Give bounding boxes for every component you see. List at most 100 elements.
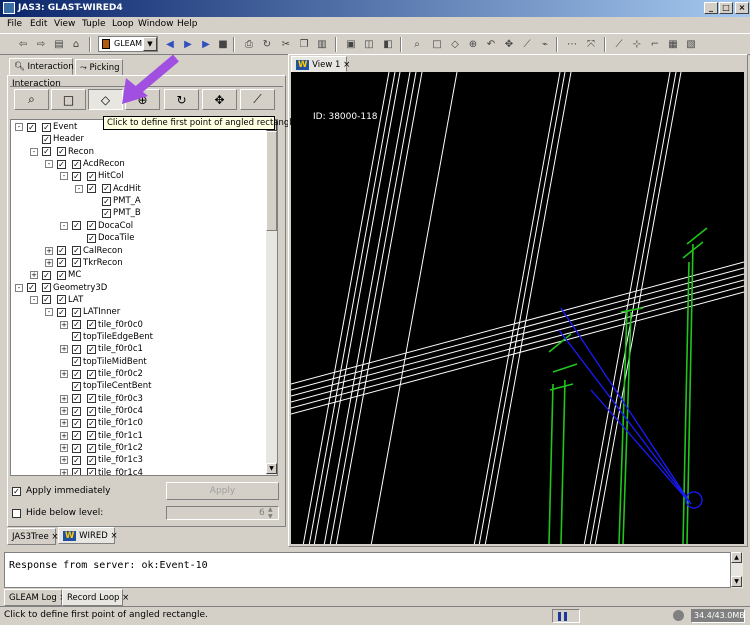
layers-icon[interactable]: ◫ [362,37,376,51]
collapse-icon[interactable]: - [30,147,38,156]
tree-checkbox[interactable]: ✓ [72,332,81,342]
tree-checkbox[interactable]: ✓ [42,134,51,144]
tree-checkbox[interactable]: ✓ [72,320,81,330]
rotate-globe-icon[interactable]: ⊕ [466,37,480,51]
tree-checkbox[interactable]: ✓ [72,307,81,317]
undo-icon[interactable]: ↶ [484,37,498,51]
tree-node[interactable]: - ✓ ✓ Recon [30,146,94,158]
step-icon[interactable]: ▶ [199,37,213,51]
box-tool-icon[interactable]: ▧ [684,37,698,51]
memory-indicator[interactable]: 34.4/43.0MB [691,609,745,623]
tree-checkbox[interactable]: ✓ [27,283,36,293]
pause-indicator[interactable] [552,609,580,623]
tab-gleam-log[interactable]: GLEAM Log × [4,589,67,606]
apply-immediately-checkbox[interactable]: ✓ [12,486,21,496]
collapse-icon[interactable]: - [60,172,68,181]
tree-node[interactable]: ✓ PMT_B [90,207,141,219]
log-scrollbar[interactable]: ▲ ▼ [731,552,743,588]
tree-checkbox[interactable]: ✓ [72,431,81,441]
tree-checkbox[interactable]: ✓ [72,171,81,181]
tree-checkbox[interactable]: ✓ [102,196,111,206]
tree-node[interactable]: + ✓ ✓ tile_f0r0c1 [60,343,143,355]
tree-checkbox[interactable]: ✓ [57,307,66,317]
collapse-icon[interactable]: - [45,308,53,317]
tree-checkbox[interactable]: ✓ [87,431,96,441]
menu-loop[interactable]: Loop [112,19,134,29]
play-icon[interactable]: ▶ [181,37,195,51]
tree-checkbox[interactable]: ✓ [72,221,81,231]
tree-checkbox[interactable]: ✓ [87,184,96,194]
expand-icon[interactable]: + [60,320,68,329]
collapse-icon[interactable]: - [30,295,38,304]
tree-checkbox[interactable]: ✓ [72,246,81,255]
tree-node[interactable]: - ✓ ✓ Geometry3D [15,282,107,294]
menu-help[interactable]: Help [177,19,198,29]
dots-icon[interactable]: ⋯ [565,37,579,51]
fit-icon[interactable]: ⤧ [584,37,598,51]
menu-file[interactable]: File [7,19,22,29]
menu-edit[interactable]: Edit [30,19,47,29]
rewind-icon[interactable]: ◀ [163,37,177,51]
tree-checkbox[interactable]: ✓ [57,295,66,305]
chevron-down-icon[interactable]: ▼ [143,37,157,51]
stop-icon[interactable]: ■ [216,37,230,51]
tree-checkbox[interactable]: ✓ [57,159,66,169]
tree-checkbox[interactable]: ✓ [87,233,96,243]
copy-icon[interactable]: ❐ [297,37,311,51]
tree-checkbox[interactable]: ✓ [87,369,96,379]
forward-arrow-icon[interactable]: ⇨ [34,37,48,51]
print-icon[interactable]: ⎙ [242,37,256,51]
expand-icon[interactable]: + [60,370,68,378]
save-icon[interactable]: ▣ [344,37,358,51]
back-arrow-icon[interactable]: ⇦ [16,37,30,51]
tree-node[interactable]: + ✓ ✓ tile_f0r0c2 [60,368,143,380]
tree-checkbox[interactable]: ✓ [27,122,36,132]
tree-node[interactable]: ✓ topTileEdgeBent [60,331,153,343]
tree-checkbox[interactable]: ✓ [72,443,81,453]
paste-icon[interactable]: ▥ [315,37,329,51]
tree-node[interactable]: + ✓ ✓ tile_f0r1c1 [60,430,143,442]
tree-node[interactable]: + ✓ ✓ tile_f0r1c0 [60,417,143,429]
tree-checkbox[interactable]: ✓ [72,258,81,268]
expand-icon[interactable]: + [30,271,38,280]
tree-checkbox[interactable]: ✓ [57,246,66,255]
hide-below-spinner[interactable]: 6 ▲ ▼ [166,506,279,520]
tree-checkbox[interactable]: ✓ [102,184,111,194]
tree-node[interactable]: + ✓ ✓ tile_f0r0c4 [60,405,143,417]
corner-tool-icon[interactable]: ⌐ [648,37,662,51]
zoom-icon[interactable]: ⌕ [410,37,424,51]
tree-node[interactable]: + ✓ ✓ MC [30,269,81,281]
expand-icon[interactable]: + [45,258,53,267]
scroll-down-icon[interactable]: ▼ [266,463,277,474]
tree-node[interactable]: + ✓ ✓ TkrRecon [45,257,123,269]
tab-wired[interactable]: W WIRED × [58,527,118,544]
menu-view[interactable]: View [54,19,75,29]
collapse-icon[interactable]: - [15,283,23,292]
node-tool-icon[interactable]: ⊹ [630,37,644,51]
tree-checkbox[interactable]: ✓ [72,418,81,428]
document-icon[interactable]: ▤ [52,37,66,51]
tab-interaction[interactable]: 🔍︎ Interaction [9,58,74,75]
tree-node[interactable]: - ✓ ✓ LATInner [45,306,120,318]
home-icon[interactable]: ⌂ [69,37,83,51]
expand-icon[interactable]: + [60,407,68,416]
tab-picking[interactable]: ⤳ Picking [75,59,123,76]
gleam-combo[interactable]: GLEAM ▼ [98,36,158,52]
tree-node[interactable]: - ✓ ✓ DocaCol [60,220,133,232]
scene-tree[interactable]: - ✓ ✓ Event ✓ Header - ✓ ✓ Recon - ✓ ✓ AcdRecon - ✓ ✓ Hit… [10,119,278,476]
tree-checkbox[interactable]: ✓ [87,443,96,453]
expand-icon[interactable]: + [60,345,68,354]
tree-checkbox[interactable]: ✓ [72,369,81,379]
tree-node[interactable]: + ✓ ✓ tile_f0r1c2 [60,442,143,454]
expand-icon[interactable]: + [60,419,68,428]
close-button[interactable]: × [735,2,749,14]
tree-node[interactable]: - ✓ ✓ AcdRecon [45,158,125,170]
tree-checkbox[interactable]: ✓ [57,270,66,280]
tree-checkbox[interactable]: ✓ [72,357,81,367]
tree-checkbox[interactable]: ✓ [72,394,81,404]
angled-rect-icon[interactable]: ◇ [448,37,462,51]
tree-node[interactable]: ✓ DocaTile [75,232,135,244]
tree-checkbox[interactable]: ✓ [72,406,81,416]
tree-checkbox[interactable]: ✓ [42,283,51,293]
tree-checkbox[interactable]: ✓ [72,381,81,391]
